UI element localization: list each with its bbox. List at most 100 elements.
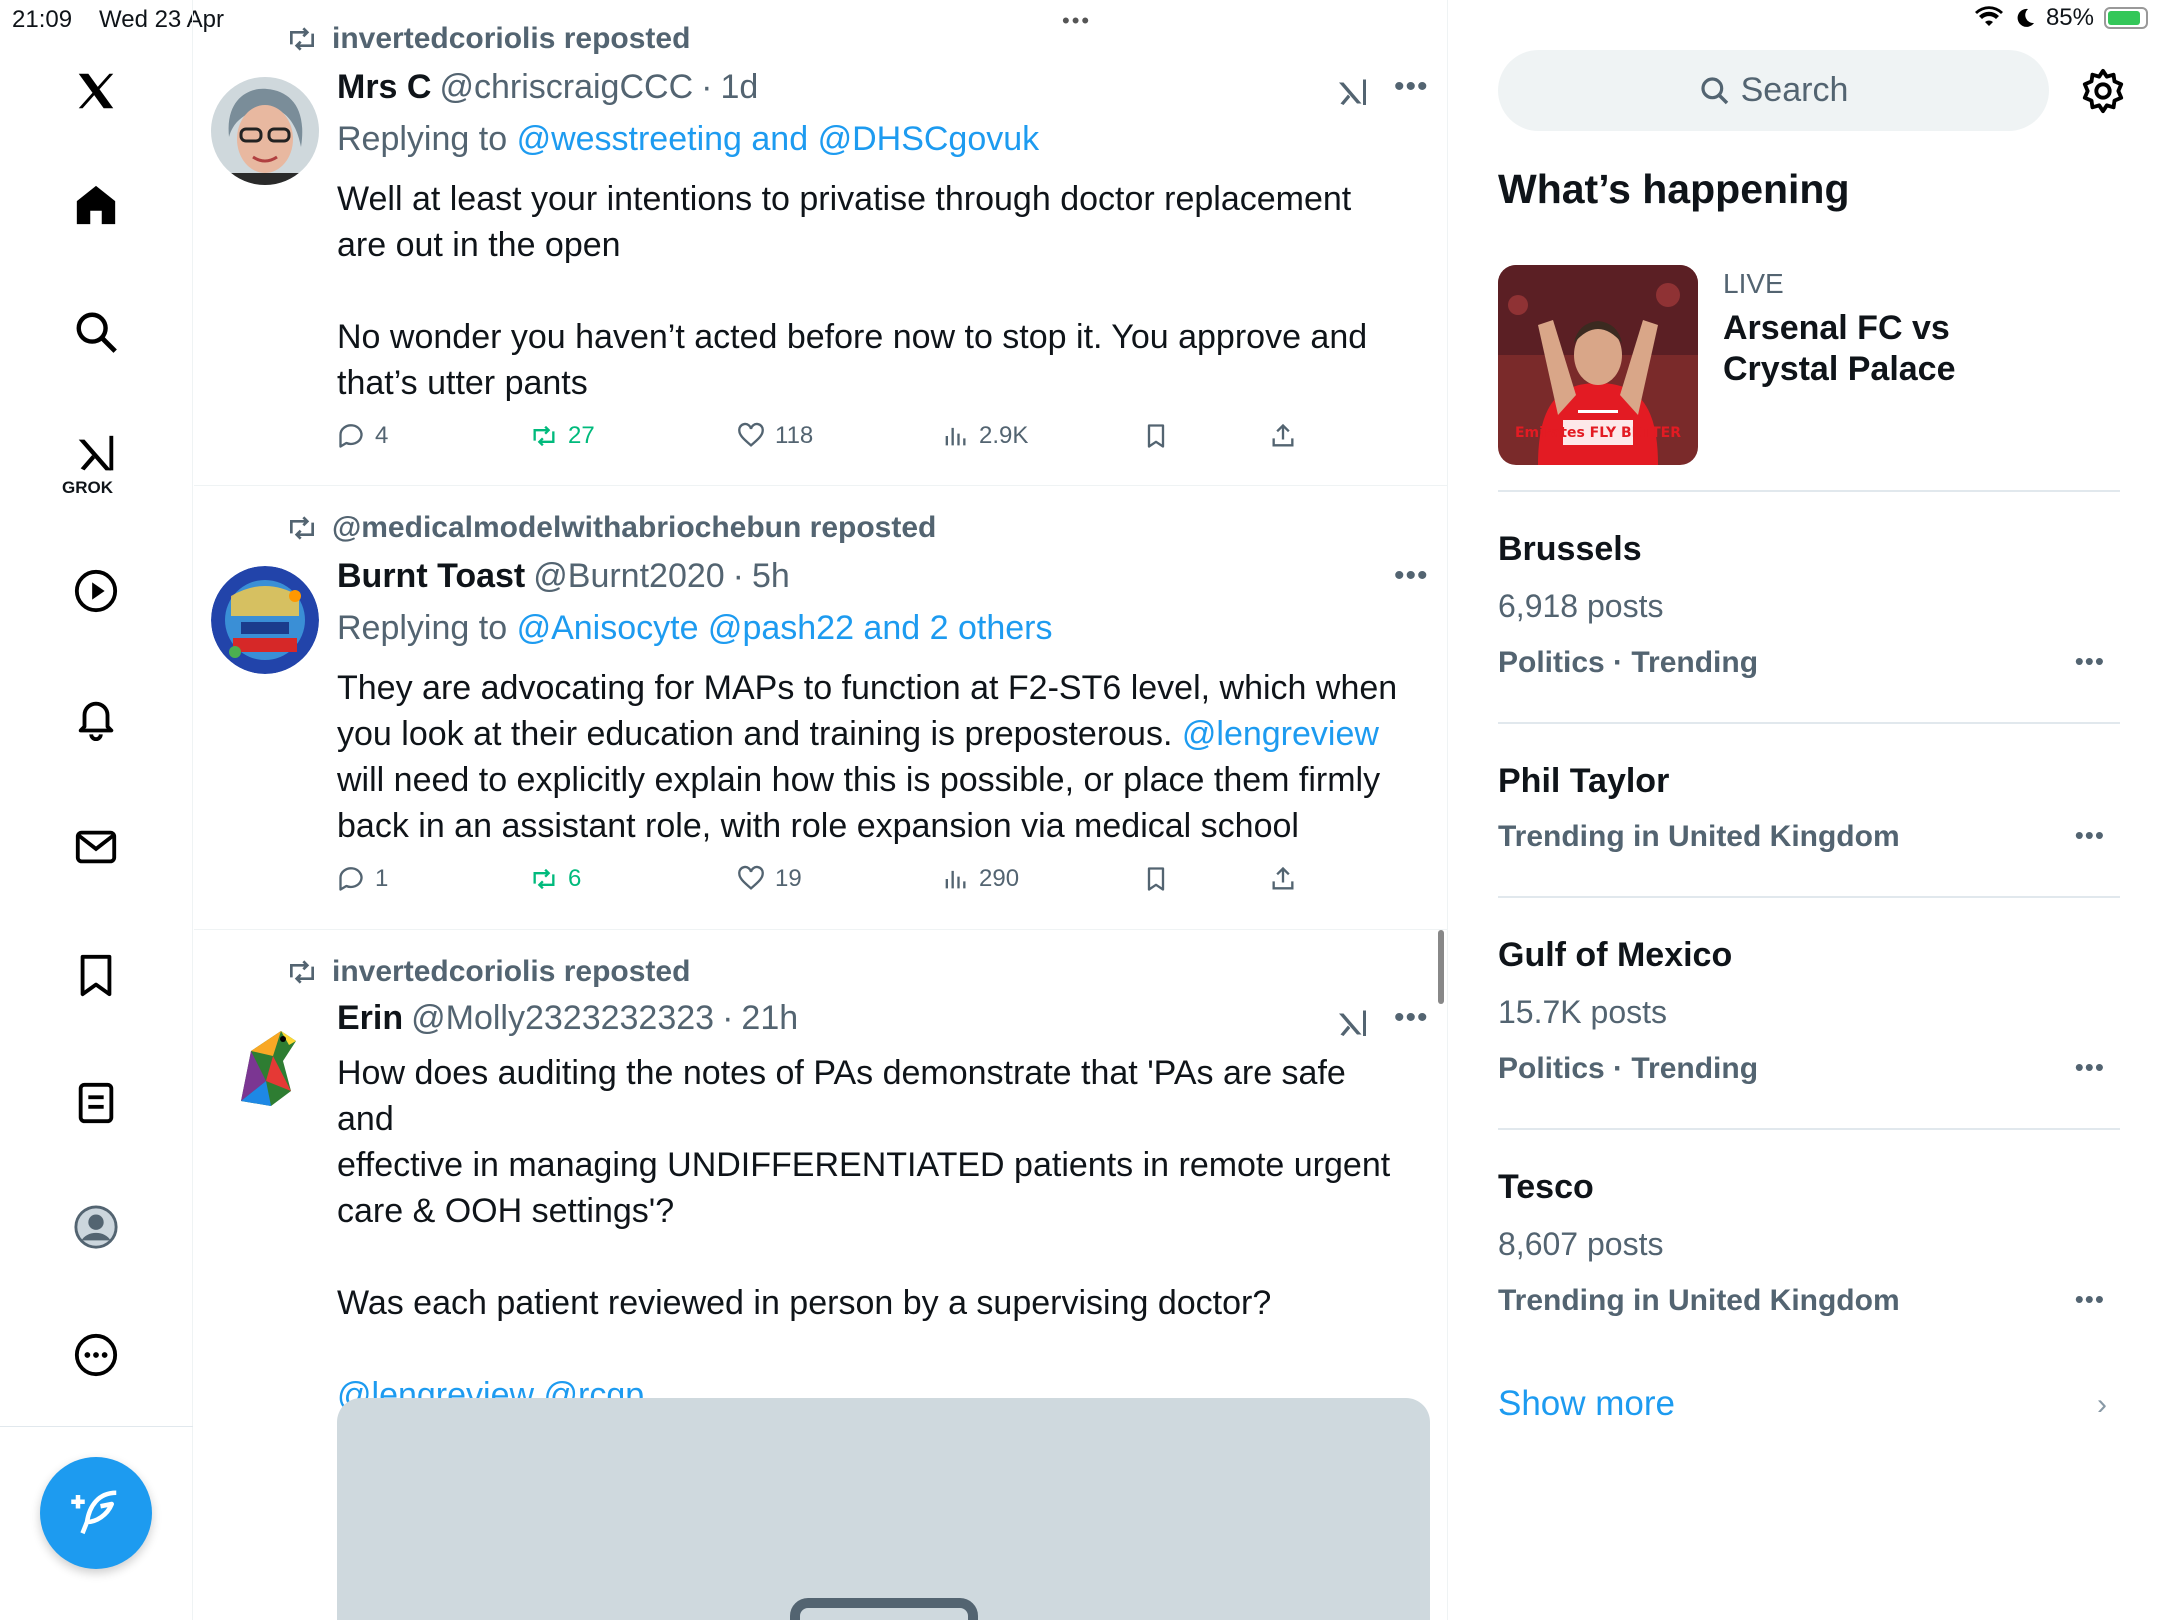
tweet-more-icon[interactable]: ••• [1394, 559, 1429, 593]
left-nav: GROK [0, 0, 193, 1620]
like-count: 118 [775, 422, 814, 449]
trend-item[interactable]: Tesco 8,607 posts Trending in United Kin… [1498, 1168, 2120, 1328]
bookmarks-icon[interactable] [69, 948, 123, 1002]
video-play-icon[interactable] [69, 564, 123, 618]
trend-more-icon[interactable]: ••• [2075, 1284, 2105, 1315]
tweet-text-line: care & OOH settings'? [337, 1192, 675, 1230]
tweet[interactable]: invertedcoriolis reposted Erin @Molly232… [194, 931, 1447, 1620]
tweet-text-line: Well at least your intentions to privati… [337, 180, 1352, 218]
reply-count: 1 [375, 865, 389, 892]
home-icon[interactable] [69, 178, 123, 232]
replying-to-links[interactable]: @wesstreeting and @DHSCgovuk [517, 120, 1040, 158]
trend-more-icon[interactable]: ••• [2075, 646, 2105, 677]
heart-icon [738, 865, 764, 890]
trend-divider [1498, 490, 2120, 492]
tweet-text-line: They are advocating for MAPs to function… [337, 669, 1398, 707]
bookmark-button[interactable] [1142, 422, 1170, 450]
trend-category: Politics · Trending [1498, 646, 1759, 679]
trend-post-count: 8,607 posts [1498, 1226, 1664, 1262]
grok-explain-icon[interactable] [1336, 73, 1372, 113]
like-button[interactable]: 118 [737, 422, 813, 450]
replying-to-links[interactable]: @Anisocyte @pash22 and 2 others [517, 609, 1053, 647]
grok-explain-icon[interactable] [1336, 1004, 1372, 1044]
grok-icon[interactable] [69, 428, 123, 482]
whats-happening-heading: What’s happening [1498, 166, 1850, 212]
search-icon [1701, 76, 1728, 104]
tweet-more-icon[interactable]: ••• [1394, 1001, 1429, 1035]
profile-avatar-icon[interactable] [69, 1200, 123, 1254]
trend-title: Gulf of Mexico [1498, 936, 1733, 974]
tweet[interactable]: invertedcoriolis reposted Mrs C @chriscr… [194, 0, 1447, 486]
tweet-text-line: No wonder you haven’t acted before now t… [337, 318, 1368, 356]
repost-button[interactable]: 6 [530, 865, 581, 893]
repost-by-label[interactable]: invertedcoriolis reposted [332, 955, 690, 989]
repost-count: 27 [568, 422, 595, 449]
tweet-text: They are advocating for MAPs to function… [337, 665, 1407, 849]
user-handle[interactable]: @Burnt2020 [533, 557, 724, 596]
user-handle[interactable]: @chriscraigCCC [439, 68, 693, 107]
repost-by-label[interactable]: invertedcoriolis reposted [332, 22, 690, 56]
user-avatar[interactable] [211, 1011, 319, 1119]
tweet-actions: 1 6 19 290 [337, 865, 1317, 905]
lists-icon[interactable] [69, 1076, 123, 1130]
user-handle[interactable]: @Molly2323232323 [411, 999, 714, 1038]
repost-icon [290, 516, 314, 540]
trend-more-icon[interactable]: ••• [2075, 1052, 2105, 1083]
media-attachment[interactable] [337, 1398, 1430, 1620]
trend-item[interactable]: Gulf of Mexico 15.7K posts Politics · Tr… [1498, 936, 2120, 1096]
bookmark-button[interactable] [1142, 865, 1170, 893]
mention-link[interactable]: @lengreview [1182, 715, 1379, 753]
share-button[interactable] [1269, 865, 1297, 893]
trend-more-icon[interactable]: ••• [2075, 820, 2105, 851]
views-button[interactable]: 2.9K [941, 422, 1028, 450]
more-options-icon[interactable] [69, 1328, 123, 1382]
grok-label[interactable]: GROK [62, 478, 113, 498]
tweet-text-line: effective in managing UNDIFFERENTIATED p… [337, 1146, 1391, 1184]
trend-title: Brussels [1498, 530, 1642, 568]
settings-gear-icon[interactable] [2080, 68, 2126, 114]
reply-button[interactable]: 1 [337, 865, 388, 893]
share-button[interactable] [1269, 422, 1297, 450]
user-avatar[interactable] [211, 77, 319, 185]
like-button[interactable]: 19 [737, 865, 802, 893]
tweet-text: Well at least your intentions to privati… [337, 176, 1407, 406]
tweet-actions: 4 27 118 2.9K [337, 422, 1317, 462]
tweet-text-line: you look at their education and training… [337, 711, 1407, 757]
tweet-more-icon[interactable]: ••• [1394, 70, 1429, 104]
tweet[interactable]: @medicalmodelwithabriochebun reposted Bu… [194, 487, 1447, 930]
show-more-link[interactable]: Show more [1498, 1384, 1675, 1424]
x-logo-icon[interactable] [69, 64, 123, 118]
timeline-feed: invertedcoriolis reposted Mrs C @chriscr… [194, 0, 1448, 1620]
trend-item[interactable]: Phil Taylor Trending in United Kingdom •… [1498, 762, 2120, 872]
post-time[interactable]: 21h [741, 999, 798, 1038]
feed-scrollbar[interactable] [1438, 930, 1444, 1004]
share-icon [1272, 866, 1294, 890]
messages-mail-icon[interactable] [69, 820, 123, 874]
trend-category: Trending in United Kingdom [1498, 820, 1900, 853]
live-event-title[interactable]: Arsenal FC vs Crystal Palace [1723, 308, 2023, 390]
display-name[interactable]: Burnt Toast [337, 557, 525, 596]
search-icon[interactable] [69, 305, 123, 359]
trend-item[interactable]: Brussels 6,918 posts Politics · Trending… [1498, 530, 2120, 690]
repost-indicator: invertedcoriolis reposted [286, 22, 690, 56]
repost-by-label[interactable]: @medicalmodelwithabriochebun reposted [332, 511, 936, 545]
search-input[interactable]: Search [1498, 50, 2049, 131]
replying-prefix: Replying to [337, 609, 508, 647]
display-name[interactable]: Mrs C [337, 68, 431, 107]
tweet-header: Mrs C @chriscraigCCC · 1d [337, 68, 758, 107]
display-name[interactable]: Erin [337, 999, 403, 1038]
reply-button[interactable]: 4 [337, 422, 388, 450]
notifications-bell-icon[interactable] [69, 692, 123, 746]
reply-icon [339, 867, 363, 891]
replying-to: Replying to @Anisocyte @pash22 and 2 oth… [337, 609, 1052, 648]
post-time[interactable]: 1d [720, 68, 758, 107]
tweet-text-line: How does auditing the notes of PAs demon… [337, 1054, 1346, 1138]
chevron-right-icon: › [2097, 1388, 2107, 1421]
compose-post-button[interactable] [40, 1457, 152, 1569]
views-button[interactable]: 290 [941, 865, 1019, 893]
user-avatar[interactable] [211, 566, 319, 674]
post-time[interactable]: 5h [752, 557, 790, 596]
live-event-image[interactable]: Emirates FLY BETTER [1498, 265, 1698, 465]
repost-button[interactable]: 27 [530, 422, 595, 450]
repost-icon [290, 27, 314, 51]
